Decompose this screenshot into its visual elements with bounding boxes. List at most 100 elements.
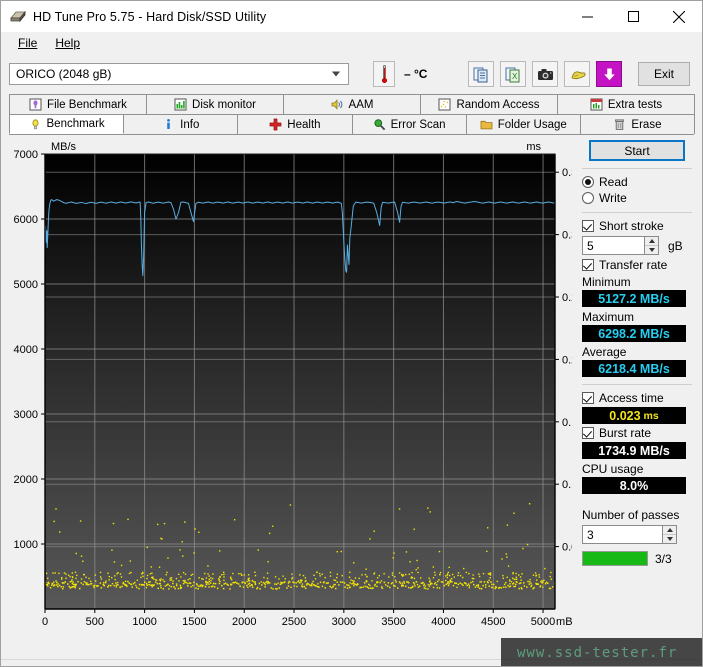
short-stroke-spin-down[interactable] [645, 246, 658, 254]
tab-file-benchmark[interactable]: File Benchmark [9, 94, 147, 114]
divider [582, 212, 692, 213]
svg-text:0.20: 0.20 [562, 354, 572, 366]
short-stroke-stepper[interactable]: 5 gB [582, 236, 694, 255]
trash-icon [613, 118, 626, 131]
checkbox-access-time-indicator [582, 392, 594, 404]
passes-input[interactable]: 3 [582, 525, 662, 544]
random-access-icon [438, 98, 451, 111]
transfer-rate-chart: 1000200030004000500060007000MB/s0.050.10… [9, 138, 572, 643]
menu-bar: File Help [1, 32, 702, 54]
tab-row-bottom: Benchmark Info Health Error Scan [9, 114, 694, 134]
access-time-value: 0.023 ms [582, 407, 686, 424]
window-controls [564, 1, 702, 32]
access-time-unit: ms [644, 410, 659, 422]
title-bar: HD Tune Pro 5.75 - Hard Disk/SSD Utility [1, 1, 702, 32]
passes-label: Number of passes [582, 508, 694, 522]
short-stroke-spin-up[interactable] [645, 237, 658, 246]
screenshot-button[interactable] [532, 61, 558, 87]
tab-aam-label: AAM [349, 99, 374, 111]
short-stroke-input[interactable]: 5 [582, 236, 644, 255]
tab-extra-tests-label: Extra tests [608, 99, 662, 111]
excel-document-icon: X [505, 66, 522, 83]
checkbox-transfer-rate-label: Transfer rate [599, 258, 667, 272]
tab-random-access[interactable]: Random Access [420, 94, 558, 114]
menu-file[interactable]: File [9, 34, 46, 52]
average-value: 6218.4 MB/s [582, 360, 686, 377]
maximize-button[interactable] [610, 1, 656, 32]
tab-bar: File Benchmark Disk monitor AAM Random A… [9, 94, 694, 134]
triangle-up-icon [649, 239, 655, 243]
tab-folder-usage-label: Folder Usage [498, 119, 567, 131]
checkbox-burst-rate-label: Burst rate [599, 426, 651, 440]
close-button[interactable] [656, 1, 702, 32]
short-stroke-spin-buttons[interactable] [644, 236, 659, 255]
pass-progress: 3/3 [582, 551, 694, 566]
divider [582, 168, 692, 169]
svg-text:4000: 4000 [14, 344, 38, 356]
site-watermark: www.ssd-tester.fr [501, 638, 703, 667]
passes-spin-up[interactable] [663, 526, 676, 535]
folder-button[interactable] [564, 61, 590, 87]
minimize-button[interactable] [564, 1, 610, 32]
tab-benchmark[interactable]: Benchmark [9, 114, 124, 134]
triangle-up-icon [667, 528, 673, 532]
svg-text:2000: 2000 [14, 474, 38, 486]
drive-select[interactable]: ORICO (2048 gB) [9, 63, 349, 85]
extra-tests-icon [590, 98, 603, 111]
download-button[interactable] [596, 61, 622, 87]
checkbox-short-stroke[interactable]: Short stroke [582, 219, 694, 233]
menu-file-label: File [18, 36, 37, 50]
pass-progress-text: 3/3 [655, 552, 672, 566]
download-arrow-icon [601, 66, 618, 83]
export-excel-button[interactable]: X [500, 61, 526, 87]
copy-text-button[interactable] [468, 61, 494, 87]
control-panel: Start Read Write Short stroke 5 [580, 138, 694, 566]
passes-spin-buttons[interactable] [662, 525, 677, 544]
checkbox-burst-rate[interactable]: Burst rate [582, 426, 694, 440]
passes-spin-down[interactable] [663, 535, 676, 543]
radio-write[interactable]: Write [582, 191, 694, 205]
tab-error-scan-label: Error Scan [391, 119, 446, 131]
tab-disk-monitor-label: Disk monitor [192, 99, 256, 111]
checkbox-transfer-rate[interactable]: Transfer rate [582, 258, 694, 272]
svg-text:2000: 2000 [232, 616, 256, 628]
pass-progress-bar [582, 551, 648, 566]
svg-text:X: X [512, 72, 518, 81]
tab-erase[interactable]: Erase [580, 114, 695, 134]
checkbox-access-time[interactable]: Access time [582, 391, 694, 405]
tab-disk-monitor[interactable]: Disk monitor [146, 94, 284, 114]
radio-read-label: Read [599, 175, 628, 189]
tab-erase-label: Erase [631, 119, 661, 131]
svg-text:1500: 1500 [182, 616, 206, 628]
svg-text:0.25: 0.25 [562, 292, 572, 304]
tab-health-label: Health [287, 119, 320, 131]
pass-progress-fill [583, 552, 647, 565]
passes-stepper[interactable]: 3 [582, 525, 694, 544]
radio-read[interactable]: Read [582, 175, 694, 189]
hand-icon [569, 66, 586, 83]
radio-write-indicator [582, 192, 594, 204]
tab-aam[interactable]: AAM [283, 94, 421, 114]
exit-button-label: Exit [654, 67, 674, 81]
minimum-label: Minimum [582, 275, 694, 289]
tab-error-scan[interactable]: Error Scan [352, 114, 467, 134]
tab-folder-usage[interactable]: Folder Usage [466, 114, 581, 134]
short-stroke-unit: gB [668, 239, 683, 253]
svg-text:6000: 6000 [14, 214, 38, 226]
svg-text:MB/s: MB/s [51, 141, 77, 153]
tab-health[interactable]: Health [237, 114, 352, 134]
speaker-icon [331, 98, 344, 111]
svg-text:mB: mB [556, 616, 572, 628]
tab-file-benchmark-label: File Benchmark [47, 99, 127, 111]
menu-help[interactable]: Help [46, 34, 89, 52]
cpu-usage-value: 8.0% [582, 477, 686, 494]
svg-text:0: 0 [42, 616, 48, 628]
checkbox-burst-rate-indicator [582, 427, 594, 439]
tab-extra-tests[interactable]: Extra tests [557, 94, 695, 114]
folder-icon [480, 118, 493, 131]
svg-text:7000: 7000 [14, 149, 38, 161]
magnifier-icon [373, 118, 386, 131]
start-button[interactable]: Start [589, 140, 685, 161]
exit-button[interactable]: Exit [638, 62, 690, 86]
tab-info[interactable]: Info [123, 114, 238, 134]
